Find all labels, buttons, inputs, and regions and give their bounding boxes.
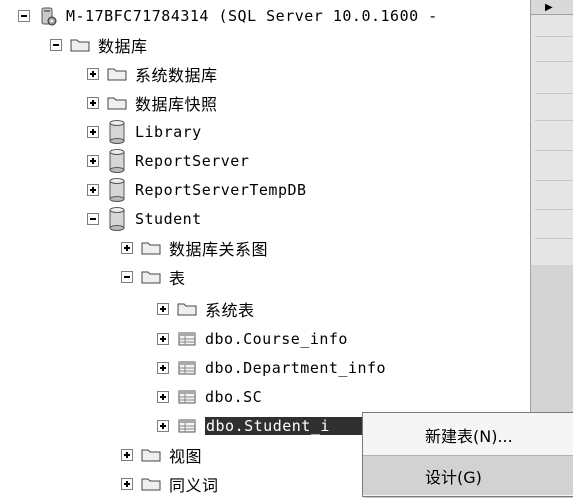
tree-node-diagrams[interactable]: 数据库关系图 (121, 233, 268, 262)
divider (535, 238, 573, 239)
expand-icon[interactable] (87, 154, 99, 167)
folder-icon (141, 476, 161, 491)
tree-label: 同义词 (169, 475, 219, 495)
divider (535, 93, 573, 94)
tree-label: Library (135, 122, 202, 141)
folder-icon (107, 66, 127, 81)
tree-node-db-reportserver[interactable]: ReportServer (87, 146, 249, 175)
collapse-icon[interactable] (87, 212, 99, 225)
tree-node-table-sc[interactable]: dbo.SC (157, 382, 262, 411)
expand-icon[interactable] (157, 332, 169, 345)
tree-node-table-student[interactable]: dbo.Student_i (157, 411, 378, 440)
tree-label: ReportServerTempDB (135, 180, 307, 199)
expand-icon[interactable] (121, 477, 133, 490)
tree-label: 视图 (169, 446, 203, 466)
divider (535, 150, 573, 151)
divider (535, 36, 573, 37)
tree-node-db-reportservertempdb[interactable]: ReportServerTempDB (87, 175, 307, 204)
tree-node-system-databases[interactable]: 系统数据库 (87, 59, 218, 88)
tree-label: ReportServer (135, 151, 250, 170)
tree-node-table-course[interactable]: dbo.Course_info (157, 324, 348, 353)
tree-node-databases[interactable]: 数据库 (50, 30, 148, 59)
scroll-arrow-button[interactable]: ▶ (531, 0, 573, 15)
expand-icon[interactable] (157, 361, 169, 374)
tree-node-tables[interactable]: 表 (121, 262, 186, 291)
tree-node-synonyms[interactable]: 同义词 (121, 469, 219, 498)
context-menu: 新建表(N)... 设计(G) (362, 412, 573, 497)
database-icon (107, 206, 127, 231)
folder-icon (141, 240, 161, 255)
tree-label-selected: dbo.Student_i (205, 416, 378, 435)
table-icon (177, 418, 197, 434)
database-icon (107, 177, 127, 202)
server-icon (38, 6, 58, 26)
tree-node-table-department[interactable]: dbo.Department_info (157, 353, 386, 382)
collapse-icon[interactable] (50, 38, 62, 51)
menu-item-new-table[interactable]: 新建表(N)... (363, 415, 573, 455)
tree-node-db-student[interactable]: Student (87, 204, 202, 233)
database-icon (107, 119, 127, 144)
divider (535, 120, 573, 121)
expand-icon[interactable] (157, 302, 169, 315)
table-icon (177, 360, 197, 376)
folder-icon (141, 447, 161, 462)
tree-node-snapshots[interactable]: 数据库快照 (87, 88, 218, 117)
tree-label: 数据库快照 (135, 94, 218, 114)
tree-label: 系统表 (205, 300, 255, 320)
tree-label: 系统数据库 (135, 65, 218, 85)
folder-icon (141, 269, 161, 284)
table-icon (177, 331, 197, 347)
divider (535, 61, 573, 62)
divider (535, 209, 573, 210)
folder-icon (70, 37, 90, 52)
collapse-icon[interactable] (121, 270, 133, 283)
server-name: M-17BFC71784314 (SQL Server 10.0.1600 - (66, 6, 438, 25)
tree-node-server[interactable]: M-17BFC71784314 (SQL Server 10.0.1600 - (18, 1, 438, 30)
folder-icon (107, 95, 127, 110)
tree-label: dbo.SC (205, 387, 263, 406)
divider (535, 180, 573, 181)
tree-node-system-tables[interactable]: 系统表 (157, 294, 255, 323)
tree-label: Student (135, 209, 202, 228)
collapse-icon[interactable] (18, 9, 30, 22)
tree-label: dbo.Department_info (205, 358, 387, 377)
table-icon (177, 389, 197, 405)
expand-icon[interactable] (121, 448, 133, 461)
tree-label: 数据库关系图 (169, 239, 269, 259)
expand-icon[interactable] (87, 96, 99, 109)
menu-item-label: 设计(G) (425, 467, 482, 487)
folder-icon (177, 301, 197, 316)
expand-icon[interactable] (87, 125, 99, 138)
arrow-right-icon: ▶ (545, 2, 553, 13)
expand-icon[interactable] (87, 183, 99, 196)
tree-label: 表 (169, 268, 186, 288)
menu-item-label: 新建表(N)... (425, 427, 513, 446)
tree-node-db-library[interactable]: Library (87, 117, 202, 146)
expand-icon[interactable] (121, 241, 133, 254)
tree-label: 数据库 (98, 36, 148, 56)
expand-icon[interactable] (87, 67, 99, 80)
tree-node-views[interactable]: 视图 (121, 440, 202, 469)
tree-label: dbo.Course_info (205, 329, 348, 348)
expand-icon[interactable] (157, 390, 169, 403)
database-icon (107, 148, 127, 173)
expand-icon[interactable] (157, 419, 169, 432)
menu-item-design[interactable]: 设计(G) (363, 455, 573, 495)
